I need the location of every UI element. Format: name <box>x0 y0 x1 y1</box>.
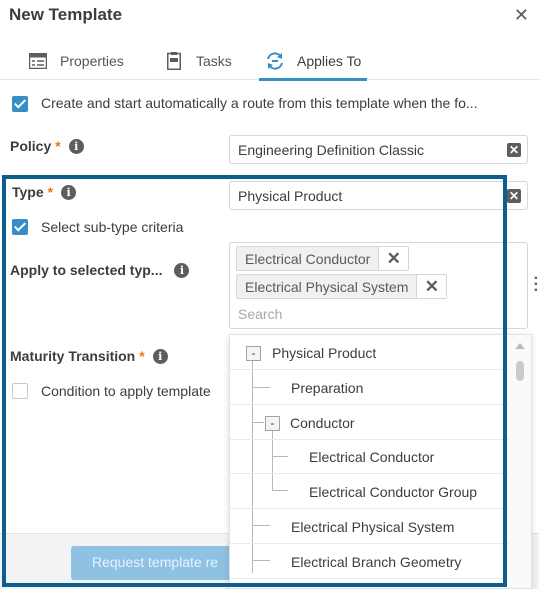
required-mark: * <box>55 138 61 154</box>
tree-item-label: Electrical Conductor <box>309 449 435 465</box>
policy-field[interactable]: Engineering Definition Classic ✕ <box>229 135 528 164</box>
more-options-icon[interactable]: · · · <box>534 271 539 299</box>
tab-tasks-label: Tasks <box>196 53 232 69</box>
tree-item-electrical-branch-geometry[interactable]: Electrical Branch Geometry <box>230 545 510 579</box>
tree-item-electrical-conductor[interactable]: Electrical Conductor <box>230 440 510 474</box>
dialog-titlebar: New Template ✕ <box>0 0 539 32</box>
tab-tasks[interactable]: Tasks <box>164 42 232 80</box>
apply-to-label: Apply to selected typ... i <box>10 262 190 278</box>
maturity-label: Maturity Transition * i <box>10 348 168 364</box>
scroll-up-icon[interactable] <box>515 343 525 349</box>
collapse-icon[interactable]: - <box>265 416 280 431</box>
remove-tag-icon[interactable]: ✕ <box>378 247 409 270</box>
info-icon[interactable]: i <box>68 139 84 154</box>
tree-scrollbar[interactable] <box>509 335 531 588</box>
clear-type-icon[interactable]: ✕ <box>507 189 521 203</box>
tree-item-physical-product[interactable]: - Physical Product <box>230 336 510 370</box>
tab-bar: Properties Tasks Applies To <box>0 42 539 81</box>
tab-applies-to[interactable]: Applies To <box>258 42 368 81</box>
tree-item-label: Preparation <box>291 380 364 396</box>
tag-chip-label: Electrical Physical System <box>245 278 409 295</box>
applies-to-icon <box>265 51 285 71</box>
tree-item-label: Physical Product <box>272 345 377 361</box>
policy-label-text: Policy <box>10 138 52 154</box>
apply-to-label-text: Apply to selected typ... <box>10 262 163 278</box>
tree-item-electrical-conductor-group[interactable]: Electrical Conductor Group <box>230 475 510 509</box>
type-label: Type * i <box>12 184 77 200</box>
tab-properties[interactable]: Properties <box>28 42 124 80</box>
tag-chip: Electrical Physical System ✕ <box>236 274 448 299</box>
tasks-icon <box>164 51 184 71</box>
info-icon[interactable]: i <box>152 349 168 364</box>
type-tree-dropdown: - Physical Product Preparation - Conduct… <box>229 334 532 589</box>
required-mark: * <box>47 184 54 200</box>
tag-chip: Electrical Conductor ✕ <box>236 246 410 271</box>
clear-policy-icon[interactable]: ✕ <box>507 143 521 157</box>
dialog-title: New Template <box>9 5 123 24</box>
tab-applies-to-label: Applies To <box>297 53 362 69</box>
properties-icon <box>28 51 48 71</box>
tree-item-conductor[interactable]: - Conductor <box>230 406 510 440</box>
tag-search-input[interactable] <box>238 306 418 322</box>
subtype-label: Select sub-type criteria <box>41 219 184 235</box>
tree-item-label: Electrical Branch Geometry <box>291 554 462 570</box>
tree-item-label: Electrical Conductor Group <box>309 484 478 500</box>
tree-item-preparation[interactable]: Preparation <box>230 371 510 405</box>
tree-item-label: Electrical Physical System <box>291 519 455 535</box>
type-label-text: Type <box>12 184 44 200</box>
scroll-thumb[interactable] <box>516 361 524 381</box>
policy-value: Engineering Definition Classic <box>238 142 424 158</box>
auto-route-checkbox[interactable] <box>12 96 28 112</box>
maturity-label-text: Maturity Transition <box>10 348 136 364</box>
close-icon[interactable]: ✕ <box>514 5 529 26</box>
type-field[interactable]: Physical Product ✕ <box>229 181 528 210</box>
subtype-checkbox[interactable] <box>12 219 28 235</box>
type-value: Physical Product <box>238 188 343 204</box>
info-icon[interactable]: i <box>174 263 190 278</box>
collapse-icon[interactable]: - <box>246 346 261 361</box>
tree-item-label: Conductor <box>290 415 355 431</box>
tree-item-electrical-physical-system[interactable]: Electrical Physical System <box>230 510 510 544</box>
condition-checkbox[interactable] <box>12 383 28 399</box>
tab-properties-label: Properties <box>60 53 124 69</box>
condition-label: Condition to apply template <box>41 383 211 399</box>
remove-tag-icon[interactable]: ✕ <box>416 275 447 298</box>
policy-label: Policy * i <box>10 138 84 154</box>
tag-chip-label: Electrical Conductor <box>245 250 371 267</box>
apply-to-tag-field[interactable]: Electrical Conductor ✕ Electrical Physic… <box>229 242 539 329</box>
info-icon[interactable]: i <box>61 185 77 200</box>
required-mark: * <box>139 348 145 364</box>
auto-route-label: Create and start automatically a route f… <box>41 95 478 111</box>
